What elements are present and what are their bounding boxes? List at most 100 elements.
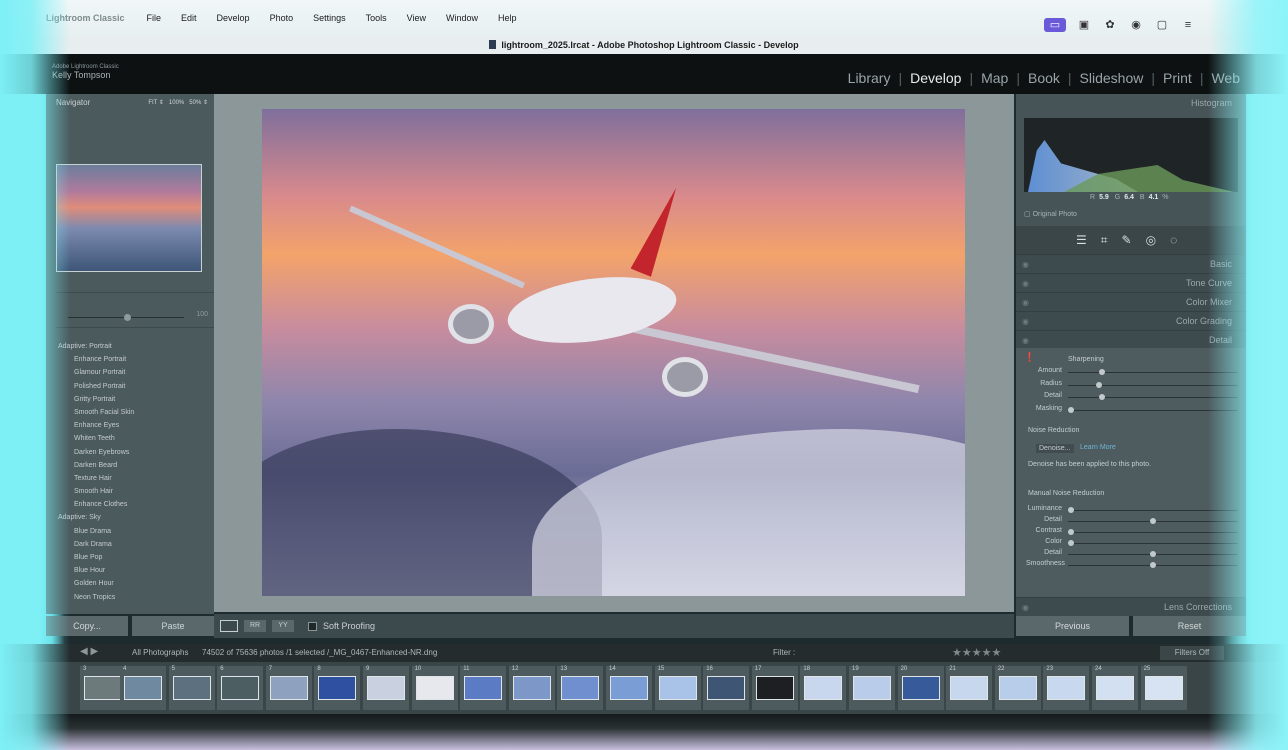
nav-arrows[interactable]: ◀ ▶ [80,646,98,657]
menu-tools[interactable]: Tools [366,13,387,23]
section-color-grading[interactable]: ◉ Color Grading [1016,311,1246,330]
preset-item[interactable]: Texture Hair [46,472,214,485]
preset-item[interactable]: Whiten Teeth [46,432,214,445]
copy-button[interactable]: Copy... [46,616,128,636]
menu-view[interactable]: View [407,13,426,23]
preset-item[interactable]: Gritty Portrait [46,393,214,406]
module-develop[interactable]: Develop [902,70,969,86]
module-map[interactable]: Map [973,70,1016,86]
navigator-header[interactable]: Navigator FIT ⇕ 100% 50% ⇕ [46,94,214,112]
preset-item[interactable]: Darken Eyebrows [46,446,214,459]
denoise-button[interactable]: Denoise... [1036,444,1074,453]
eye-icon[interactable]: ◉ [1022,293,1029,312]
camera-icon[interactable]: ▣ [1076,18,1092,32]
filmstrip-thumb[interactable]: 5 [168,666,215,710]
slider-knob[interactable] [124,314,131,321]
menu-photo[interactable]: Photo [270,13,294,23]
before-after-swap-button[interactable]: YY [272,620,294,632]
screen-icon[interactable]: ▭ [1044,18,1066,32]
filmstrip-thumb[interactable]: 17 [751,666,798,710]
filmstrip-thumb[interactable]: 9 [363,666,409,710]
filmstrip-thumb[interactable]: 11 [460,666,507,710]
heal-icon[interactable]: ✎ [1122,233,1132,247]
preset-item[interactable]: Golden Hour [46,577,214,590]
slider-track[interactable] [1068,397,1238,398]
slider-knob[interactable] [1068,540,1075,546]
menu-app-name[interactable]: Lightroom Classic [46,13,125,23]
control-center-icon[interactable]: ≡ [1180,18,1196,32]
loupe-view-button[interactable] [220,620,238,632]
reset-button[interactable]: Reset [1133,616,1246,636]
menu-edit[interactable]: Edit [181,13,197,23]
filmstrip-thumb[interactable]: 16 [703,666,750,710]
preset-group[interactable]: Adaptive: Sky [46,511,214,524]
filmstrip-thumb[interactable]: 7 [265,666,312,710]
eye-icon[interactable]: ◉ [1022,598,1029,617]
filmstrip-thumb[interactable]: 25 [1140,666,1187,710]
slider-knob[interactable] [1095,381,1102,388]
preset-item[interactable]: Neon Tropics [46,591,214,604]
preset-item[interactable]: Smooth Hair [46,485,214,498]
slider-knob[interactable] [1068,529,1075,535]
module-library[interactable]: Library [840,70,899,86]
filmstrip-count[interactable]: 74502 of 75636 photos /1 selected /_MG_0… [202,648,437,657]
filmstrip-thumb[interactable]: 19 [849,666,895,710]
filmstrip-thumb[interactable]: 20 [897,666,944,710]
filmstrip-thumb[interactable]: 15 [654,666,701,710]
filmstrip-thumb[interactable]: 23 [1043,666,1090,710]
slider-knob[interactable] [1068,406,1075,413]
eye-icon[interactable]: ◉ [1022,274,1029,293]
filmstrip-thumb[interactable]: 22 [994,666,1041,710]
rating-filter-stars[interactable]: ★★★★★ [952,646,1001,659]
slider-track[interactable] [1068,532,1238,533]
learn-more-link[interactable]: Learn More [1080,444,1116,451]
filmstrip-thumb[interactable]: 12 [508,666,555,710]
filmstrip-thumb[interactable]: 10 [411,666,458,710]
menu-help[interactable]: Help [498,13,517,23]
preset-item[interactable]: Enhance Eyes [46,419,214,432]
original-photo-toggle[interactable]: ▢ Original Photo [1024,210,1077,218]
menu-file[interactable]: File [147,13,162,23]
slider-track[interactable] [1068,510,1238,511]
histogram[interactable] [1024,118,1238,192]
filmstrip-thumb[interactable]: 4 [120,666,166,710]
slider-track[interactable] [1068,409,1238,411]
masking-icon[interactable]: ◌ [1170,233,1177,247]
section-color-mixer[interactable]: ◉ Color Mixer [1016,292,1246,311]
filmstrip-thumb[interactable]: 13 [557,666,604,710]
preset-group[interactable]: Adaptive: Portrait [46,340,214,353]
preset-item[interactable]: Darken Beard [46,459,214,472]
filmstrip-thumb[interactable]: 24 [1092,666,1138,710]
module-slideshow[interactable]: Slideshow [1072,70,1152,86]
preset-item[interactable]: Enhance Portrait [46,353,214,366]
section-lens-corrections[interactable]: ◉ Lens Corrections [1016,597,1246,616]
eye-icon[interactable]: ◉ [1022,312,1029,331]
zoom-100[interactable]: 100% [169,100,184,106]
before-after-button[interactable]: RR [244,620,266,632]
preset-item[interactable]: Blue Hour [46,564,214,577]
edit-icon[interactable]: ☰ [1076,233,1087,247]
filmstrip-source[interactable]: All Photographs [132,648,188,657]
preset-item[interactable]: Enhance Clothes [46,498,214,511]
slider-knob[interactable] [1068,507,1075,513]
menu-develop[interactable]: Develop [217,13,250,23]
preset-item[interactable]: Polished Portrait [46,380,214,393]
redeye-icon[interactable]: ◎ [1146,233,1156,247]
section-basic[interactable]: ◉ Basic [1016,254,1246,273]
preset-item[interactable]: Dark Drama [46,538,214,551]
slider-knob[interactable] [1150,551,1156,557]
module-print[interactable]: Print [1155,70,1200,86]
slider-track[interactable] [1068,543,1238,544]
menu-settings[interactable]: Settings [313,13,346,23]
cloud-icon[interactable]: ◉ [1128,18,1144,32]
menu-window[interactable]: Window [446,13,478,23]
eye-icon[interactable]: ◉ [1022,255,1029,274]
paste-button[interactable]: Paste [132,616,214,636]
zoom-fit[interactable]: FIT [148,100,157,106]
zoom-50[interactable]: 50% [189,100,201,106]
app-icon[interactable]: ✿ [1102,18,1118,32]
filmstrip-thumb[interactable]: 21 [946,666,993,710]
warning-icon[interactable]: ❗ [1024,352,1035,363]
slider-knob[interactable] [1150,518,1156,524]
filmstrip-thumb[interactable]: 18 [800,666,847,710]
